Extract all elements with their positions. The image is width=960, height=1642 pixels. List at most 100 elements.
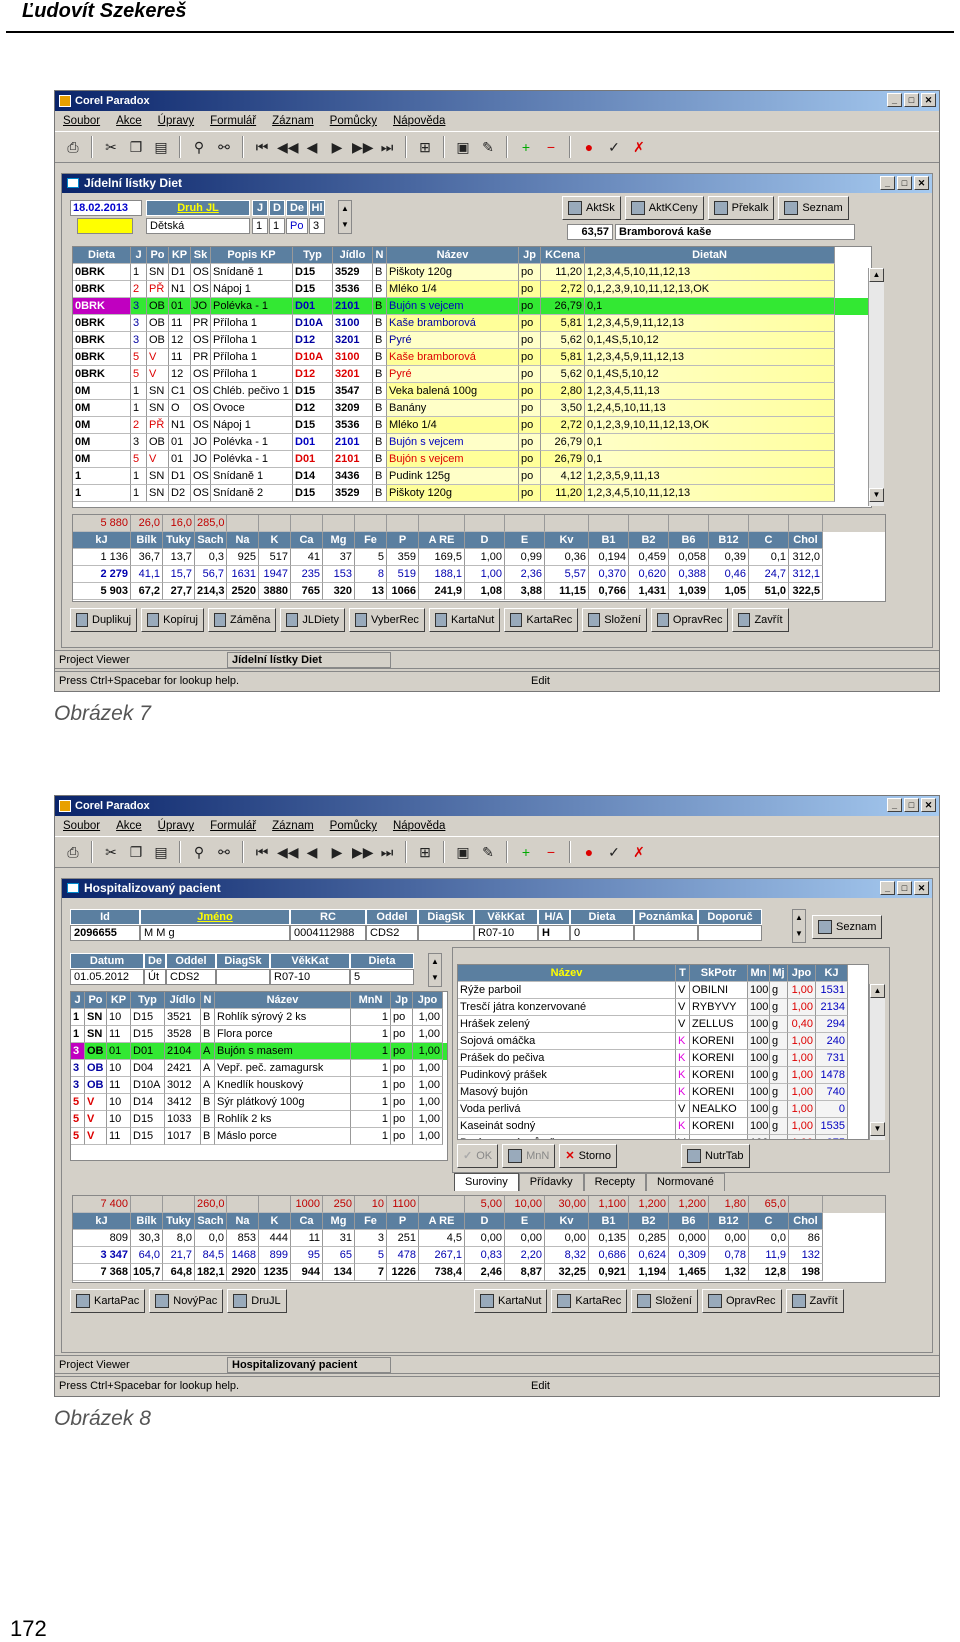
scroll-down-icon[interactable]: ▼ <box>869 488 884 502</box>
copy-icon[interactable]: ❐ <box>126 137 146 157</box>
column-header[interactable]: Jídlo <box>333 247 373 264</box>
copy-icon[interactable]: ❐ <box>126 842 146 862</box>
menu-item[interactable]: Nápověda <box>393 820 445 832</box>
last-record-icon[interactable]: ⏭ <box>377 842 397 862</box>
next-record-icon[interactable]: ▶ <box>327 137 347 157</box>
menu-item[interactable]: Formulář <box>210 820 256 832</box>
table-row[interactable]: Masový bujón K KORENI 100 g 1,00 740 <box>458 1084 868 1101</box>
print-icon[interactable]: ⎙ <box>63 137 83 157</box>
cancel-edit-icon[interactable]: ✗ <box>629 842 649 862</box>
patient-field[interactable]: 0004112988 <box>290 925 366 941</box>
column-header[interactable]: Název <box>387 247 519 264</box>
next-set-icon[interactable]: ▶▶ <box>352 137 374 157</box>
find-icon[interactable]: ⚲ <box>189 137 209 157</box>
patient-spinner[interactable]: ▲ ▼ <box>792 909 806 943</box>
table-row[interactable]: Prášek do pečiva K KORENI 100 g 1,00 731 <box>458 1050 868 1067</box>
column-header[interactable]: Mn <box>748 965 770 982</box>
column-header[interactable]: Mj <box>770 965 788 982</box>
column-header[interactable]: T <box>676 965 690 982</box>
maximize-icon[interactable]: □ <box>904 93 919 107</box>
column-header[interactable]: Název <box>458 965 676 982</box>
menu-item[interactable]: Pomůcky <box>330 115 377 127</box>
table-row[interactable]: 1 1 SN D2 OS Snídaně 2 D15 3529 B Piškoty 120g po 1… <box>73 485 871 502</box>
bottom-button-4[interactable]: VyberRec <box>349 608 425 632</box>
bottom-button-3[interactable]: JLDiety <box>280 608 346 632</box>
menu-item[interactable]: Pomůcky <box>330 820 377 832</box>
maximize-icon[interactable]: □ <box>897 176 912 190</box>
view-data-icon[interactable]: ⊞ <box>415 137 435 157</box>
tab-3[interactable]: Normované <box>645 1173 725 1191</box>
post-record-icon[interactable]: ✓ <box>604 137 624 157</box>
column-header[interactable]: Typ <box>293 247 333 264</box>
ingredient-button-2[interactable]: ✕ Storno <box>559 1144 617 1168</box>
bottom-button-7[interactable]: Složení <box>582 608 647 632</box>
bottom-button-0[interactable]: Duplikuj <box>70 608 138 632</box>
column-header[interactable]: Jp <box>519 247 541 264</box>
table-row[interactable]: 3 OB 11 D10A 3012 A Knedlík houskový 1 po 1,00 <box>71 1077 447 1094</box>
column-header[interactable]: N <box>201 992 215 1009</box>
column-header[interactable]: Jídlo <box>165 992 201 1009</box>
table-row[interactable]: Rýže parboil V OBILNI 100 g 1,00 1531 <box>458 982 868 999</box>
next-record-icon[interactable]: ▶ <box>327 842 347 862</box>
tab-2[interactable]: Recepty <box>583 1173 646 1191</box>
minimize-icon[interactable]: _ <box>880 176 895 190</box>
patient-field[interactable] <box>418 925 474 941</box>
bottom-right-button-4[interactable]: Zavřít <box>785 1289 844 1313</box>
table-row[interactable]: 0BRK 3 OB 12 OS Příloha 1 D12 3201 B Pyré po 5,62 0,… <box>73 332 871 349</box>
small-col-value[interactable]: Po <box>286 218 308 234</box>
small-col-value[interactable]: 3 <box>309 218 325 234</box>
ingredient-button-1[interactable]: MnN <box>502 1144 556 1168</box>
cancel-edit-icon[interactable]: ✗ <box>629 137 649 157</box>
delete-record-icon[interactable]: − <box>541 842 561 862</box>
bottom-right-button-0[interactable]: KartaNut <box>474 1289 548 1313</box>
column-header[interactable]: Jpo <box>788 965 816 982</box>
column-header[interactable]: Sk <box>191 247 211 264</box>
patient-field[interactable]: H <box>538 925 570 941</box>
menu-item[interactable]: Úpravy <box>158 820 194 832</box>
project-viewer-form[interactable]: Hospitalizovaný pacient <box>227 1357 391 1373</box>
search-replace-icon[interactable]: ⚯ <box>214 842 234 862</box>
top-button-1[interactable]: AktKCeny <box>624 196 704 220</box>
column-header[interactable]: Po <box>147 247 169 264</box>
column-header[interactable]: KJ <box>816 965 848 982</box>
maximize-icon[interactable]: □ <box>897 881 912 895</box>
table-row[interactable]: 1 1 SN D1 OS Snídaně 1 D14 3436 B Pudink 125g po 4,… <box>73 468 871 485</box>
minimize-icon[interactable]: _ <box>887 798 902 812</box>
bottom-button-5[interactable]: KartaNut <box>428 608 501 632</box>
ingredient-button-0[interactable]: ✓ OK <box>457 1144 499 1168</box>
bottom-button-1[interactable]: Kopíruj <box>141 608 204 632</box>
edit-form-icon[interactable]: ✎ <box>478 137 498 157</box>
scroll-down-icon[interactable]: ▼ <box>870 1122 885 1136</box>
prev-record-icon[interactable]: ◀ <box>302 842 322 862</box>
patient-field[interactable]: CDS2 <box>366 925 418 941</box>
bottom-right-button-3[interactable]: OpravRec <box>701 1289 782 1313</box>
menu-item[interactable]: Úpravy <box>158 115 194 127</box>
close-icon[interactable]: ✕ <box>914 881 929 895</box>
column-header[interactable]: Po <box>85 992 107 1009</box>
table-row[interactable]: 5 V 11 D15 1017 B Máslo porce 1 po 1,00 <box>71 1128 447 1145</box>
table-row[interactable]: 0BRK 5 V 12 OS Příloha 1 D12 3201 B Pyré po 5,62 0,1… <box>73 366 871 383</box>
insert-record-icon[interactable]: + <box>516 137 536 157</box>
paste-icon[interactable]: ▤ <box>151 137 171 157</box>
table-row[interactable]: Pyré ovocné průměrV 100g1,00375 <box>458 1135 868 1139</box>
date-field[interactable]: 5 <box>350 969 414 985</box>
column-header[interactable]: Typ <box>131 992 165 1009</box>
grid-scrollbar[interactable]: ▲ ▼ <box>868 268 884 506</box>
close-icon[interactable]: ✕ <box>921 93 936 107</box>
search-replace-icon[interactable]: ⚯ <box>214 137 234 157</box>
date-field[interactable]: 01.05.2012 <box>70 969 144 985</box>
insert-record-icon[interactable]: + <box>516 842 536 862</box>
bottom-button-8[interactable]: OpravRec <box>650 608 729 632</box>
close-icon[interactable]: ✕ <box>921 798 936 812</box>
table-row[interactable]: 3 OB 01 D01 2104 A Bujón s masem 1 po 1,00 <box>71 1043 447 1060</box>
table-row[interactable]: Kaseinát sodný K KORENI 100 g 1,00 1535 <box>458 1118 868 1135</box>
bottom-right-button-1[interactable]: KartaRec <box>551 1289 628 1313</box>
table-row[interactable]: Pudinkový prášek K KORENI 100 g 1,00 1478 <box>458 1067 868 1084</box>
view-data-icon[interactable]: ⊞ <box>415 842 435 862</box>
small-col-value[interactable]: 1 <box>252 218 268 234</box>
small-col-value[interactable]: 1 <box>269 218 285 234</box>
patient-field[interactable]: M M g <box>140 925 290 941</box>
date-field[interactable]: CDS2 <box>166 969 216 985</box>
column-header[interactable]: N <box>373 247 387 264</box>
date-field[interactable] <box>216 969 270 985</box>
